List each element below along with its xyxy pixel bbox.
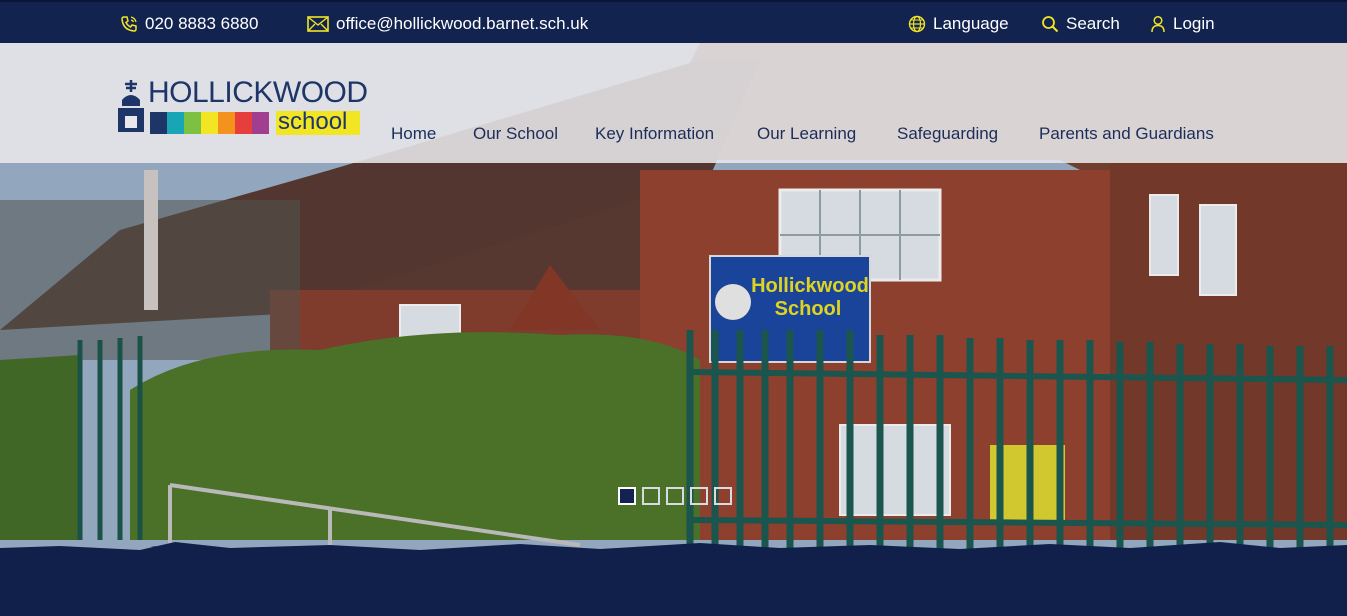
logo-strip-block <box>167 112 184 134</box>
phone-link[interactable]: 020 8883 6880 <box>120 2 258 45</box>
globe-icon <box>908 15 926 32</box>
logo-strip-block <box>201 112 218 134</box>
brush-divider <box>0 542 1347 586</box>
footer-band <box>0 583 1347 616</box>
mail-icon <box>307 15 329 32</box>
slide-dot-4[interactable] <box>690 487 708 505</box>
login-button[interactable]: Login <box>1150 2 1215 45</box>
school-crest-icon <box>118 80 144 132</box>
top-bar: 020 8883 6880 office@hollickwood.barnet.… <box>0 0 1347 43</box>
slide-dot-1[interactable] <box>618 487 636 505</box>
logo-school-word: school <box>276 110 360 135</box>
logo-color-strip <box>150 112 269 134</box>
search-button[interactable]: Search <box>1041 2 1120 45</box>
nav-home[interactable]: Home <box>391 124 436 144</box>
user-icon <box>1151 15 1165 32</box>
school-logo[interactable]: HOLLICKWOOD school <box>116 76 368 138</box>
slide-dot-5[interactable] <box>714 487 732 505</box>
search-icon <box>1042 15 1059 32</box>
login-label: Login <box>1173 13 1215 33</box>
phone-number: 020 8883 6880 <box>145 13 259 33</box>
email-address: office@hollickwood.barnet.sch.uk <box>336 13 589 33</box>
nav-parents-and-guardians[interactable]: Parents and Guardians <box>1039 124 1214 144</box>
nav-our-learning[interactable]: Our Learning <box>757 124 856 144</box>
nav-our-school[interactable]: Our School <box>473 124 558 144</box>
logo-strip-block <box>235 112 252 134</box>
slide-dot-2[interactable] <box>642 487 660 505</box>
nav-safeguarding[interactable]: Safeguarding <box>897 124 998 144</box>
logo-strip-block <box>150 112 167 134</box>
phone-icon <box>121 15 137 32</box>
logo-strip-block <box>252 112 269 134</box>
nav-key-information[interactable]: Key Information <box>595 124 714 144</box>
logo-strip-block <box>184 112 201 134</box>
search-label: Search <box>1066 13 1120 33</box>
logo-strip-block <box>218 112 235 134</box>
slider-dots <box>618 487 738 505</box>
language-button[interactable]: Language <box>908 2 1009 45</box>
slide-dot-3[interactable] <box>666 487 684 505</box>
email-link[interactable]: office@hollickwood.barnet.sch.uk <box>307 2 588 45</box>
language-label: Language <box>933 13 1009 33</box>
logo-name: HOLLICKWOOD <box>148 76 368 109</box>
